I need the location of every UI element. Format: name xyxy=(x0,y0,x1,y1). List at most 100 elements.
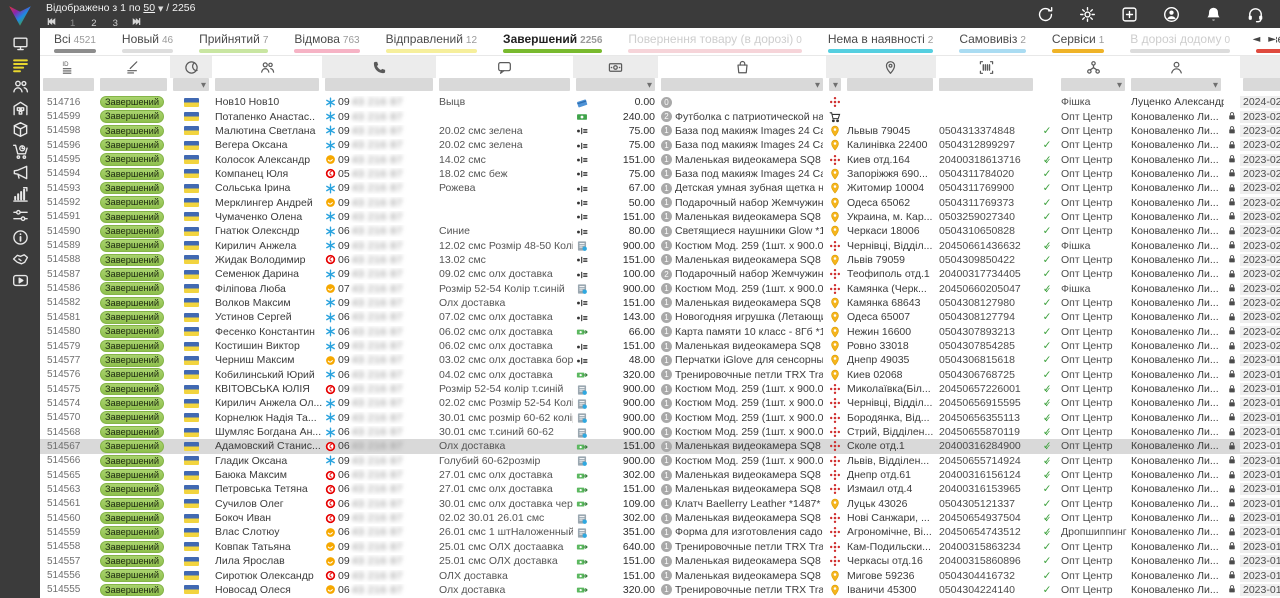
filter-input-location[interactable] xyxy=(847,78,933,91)
column-header-payment[interactable] xyxy=(573,56,658,78)
filter-input-client[interactable] xyxy=(215,78,319,91)
sidebar-item-dashboard[interactable] xyxy=(6,35,34,51)
order-row-514577[interactable]: 514577ЗавершенийЧерниш Максим0943 216 87… xyxy=(40,353,1280,367)
sidebar-item-marketing[interactable] xyxy=(6,164,34,180)
tabs-scroll-left-icon[interactable]: ◄ xyxy=(1253,34,1261,45)
sidebar-item-products[interactable] xyxy=(6,121,34,137)
sidebar-item-info[interactable] xyxy=(6,229,34,245)
tab-Самовивіз[interactable]: Самовивіз2 xyxy=(959,28,1026,55)
filter-input-comment[interactable] xyxy=(439,78,570,91)
order-row-514556[interactable]: 514556ЗавершенийСиротюк Олександр0943 21… xyxy=(40,568,1280,582)
order-row-514574[interactable]: 514574ЗавершенийКирилич Анжела Ол...0943… xyxy=(40,396,1280,410)
column-header-products[interactable] xyxy=(658,56,826,78)
tab-Відмова[interactable]: Відмова763 xyxy=(294,28,359,55)
chevron-down-icon[interactable]: ▼ xyxy=(158,5,163,13)
support-button[interactable] xyxy=(1247,6,1264,23)
filter-input-products[interactable]: ▼ xyxy=(661,78,823,91)
tab-Нема-в-наявності[interactable]: Нема в наявності2 xyxy=(828,28,934,55)
filter-dropdown-icon[interactable]: ▼ xyxy=(1213,81,1218,89)
order-row-514582[interactable]: 514582ЗавершенийВолков Максим0943 216 87… xyxy=(40,296,1280,310)
tab-Прийнятий[interactable]: Прийнятий7 xyxy=(199,28,268,55)
tab-Відправлений[interactable]: Відправлений12 xyxy=(386,28,477,55)
filter-dropdown-icon[interactable]: ▼ xyxy=(647,81,652,89)
order-row-514589[interactable]: 514589ЗавершенийКирилич Анжела0943 216 8… xyxy=(40,238,1280,252)
column-header-ttn[interactable] xyxy=(936,56,1036,78)
order-row-514560[interactable]: 514560ЗавершенийБокоч Иван0943 216 8702.… xyxy=(40,511,1280,525)
tab-В-дорозі-додому[interactable]: В дорозі додому0 xyxy=(1130,28,1230,55)
profile-button[interactable] xyxy=(1163,6,1180,23)
filter-input-id[interactable] xyxy=(43,78,94,91)
order-row-514555[interactable]: 514555ЗавершенийНовосад Олеся0643 216 87… xyxy=(40,583,1280,597)
order-row-514580[interactable]: 514580ЗавершенийФесенко Константин0643 2… xyxy=(40,325,1280,339)
filter-dropdown-icon[interactable]: ▼ xyxy=(201,81,206,89)
tab-Завершений[interactable]: Завершений2256 xyxy=(503,28,602,55)
column-header-location[interactable] xyxy=(844,56,936,78)
order-row-514558[interactable]: 514558ЗавершенийКовпак Татьяна0943 216 8… xyxy=(40,540,1280,554)
column-header-source[interactable] xyxy=(1058,56,1128,78)
order-row-514586[interactable]: 514586ЗавершенийФіліпова Люба0743 216 87… xyxy=(40,281,1280,295)
order-row-514599[interactable]: 514599ЗавершенийПотапенко Анастас..0943 … xyxy=(40,109,1280,123)
order-row-514567[interactable]: 514567ЗавершенийАдамовский Станис...0643… xyxy=(40,439,1280,453)
order-row-514593[interactable]: 514593ЗавершенийСольська Ірина0943 216 8… xyxy=(40,181,1280,195)
filter-input-status[interactable] xyxy=(100,78,167,91)
tabs-scroll-right-icon[interactable]: ► xyxy=(1268,34,1276,45)
order-row-514590[interactable]: 514590ЗавершенийГнатюк Олексндр0643 216 … xyxy=(40,224,1280,238)
order-row-514576[interactable]: 514576ЗавершенийКобилинський Юрий0643 21… xyxy=(40,368,1280,382)
sidebar-item-video[interactable] xyxy=(6,272,34,288)
order-row-514559[interactable]: 514559ЗавершенийВлас Слотюу0643 216 8726… xyxy=(40,525,1280,539)
order-row-514581[interactable]: 514581ЗавершенийУстинов Сергей0643 216 8… xyxy=(40,310,1280,324)
filter-dropdown-icon[interactable]: ▼ xyxy=(815,81,820,89)
order-row-514598[interactable]: 514598ЗавершенийМалютина Светлана0943 21… xyxy=(40,124,1280,138)
filter-dropdown-icon[interactable]: ▼ xyxy=(1117,81,1122,89)
sidebar-item-integrations[interactable] xyxy=(6,207,34,223)
order-row-514570[interactable]: 514570ЗавершенийКорнелюк Надія Та...0943… xyxy=(40,411,1280,425)
order-row-514716[interactable]: 514716ЗавершенийНов10 Нов100943 216 87Вы… xyxy=(40,95,1280,109)
column-header-country[interactable] xyxy=(170,56,212,78)
column-header-comment[interactable] xyxy=(436,56,573,78)
order-row-514579[interactable]: 514579ЗавершенийКостишин Виктор0943 216 … xyxy=(40,339,1280,353)
sidebar-item-warehouse[interactable] xyxy=(6,100,34,116)
column-header-date[interactable] xyxy=(1240,56,1280,78)
add-order-button[interactable] xyxy=(1121,6,1138,23)
column-header-client[interactable] xyxy=(212,56,322,78)
tab-Повернення-товару-в-дорозі-[interactable]: Повернення товару (в дорозі)0 xyxy=(628,28,801,55)
settings-button[interactable] xyxy=(1079,6,1096,23)
column-header-carrier[interactable] xyxy=(826,56,844,78)
per-page-select[interactable]: 50 xyxy=(143,2,155,14)
column-header-manager[interactable] xyxy=(1128,56,1224,78)
order-row-514568[interactable]: 514568ЗавершенийШумляс Богдана Ан...0643… xyxy=(40,425,1280,439)
filter-dropdown-icon[interactable]: ▼ xyxy=(833,81,838,89)
filter-input-source[interactable]: ▼ xyxy=(1061,78,1125,91)
filter-input-manager[interactable]: ▼ xyxy=(1131,78,1221,91)
refresh-button[interactable] xyxy=(1037,6,1054,23)
sidebar-item-clients[interactable] xyxy=(6,78,34,94)
tab-Сервіси[interactable]: Сервіси1 xyxy=(1052,28,1104,55)
order-row-514592[interactable]: 514592ЗавершенийМерклингер Андрей0943 21… xyxy=(40,195,1280,209)
order-row-514594[interactable]: 514594ЗавершенийКомпанец Юля0543 216 871… xyxy=(40,167,1280,181)
filter-input-ttn[interactable] xyxy=(939,78,1033,91)
filter-input-country[interactable]: ▼ xyxy=(173,78,209,91)
order-row-514575[interactable]: 514575ЗавершенийКВІТОВСЬКА ЮЛІЯ0943 216 … xyxy=(40,382,1280,396)
tab-Новый[interactable]: Новый46 xyxy=(122,28,173,55)
filter-input-phone[interactable] xyxy=(325,78,433,91)
column-header-phone[interactable] xyxy=(322,56,436,78)
column-header-lock[interactable] xyxy=(1224,56,1240,78)
filter-input-payment[interactable]: ▼ xyxy=(576,78,655,91)
order-row-514591[interactable]: 514591ЗавершенийЧумаченко Олена0943 216 … xyxy=(40,210,1280,224)
app-logo-icon[interactable] xyxy=(7,3,33,27)
sidebar-item-partners[interactable] xyxy=(6,250,34,266)
order-row-514561[interactable]: 514561ЗавершенийСучилов Олег0643 216 873… xyxy=(40,497,1280,511)
sidebar-item-statistics[interactable] xyxy=(6,186,34,202)
order-row-514565[interactable]: 514565ЗавершенийБаюка Максим0643 216 872… xyxy=(40,468,1280,482)
column-header-ttn-status[interactable] xyxy=(1036,56,1058,78)
order-row-514557[interactable]: 514557ЗавершенийЛила Ярослав0943 216 872… xyxy=(40,554,1280,568)
order-row-514595[interactable]: 514595ЗавершенийКолосок Александр0943 21… xyxy=(40,152,1280,166)
order-row-514563[interactable]: 514563ЗавершенийПетровська Тетяна0643 21… xyxy=(40,482,1280,496)
column-header-status[interactable] xyxy=(97,56,170,78)
order-row-514588[interactable]: 514588ЗавершенийЖидак Володимир0643 216 … xyxy=(40,253,1280,267)
order-row-514596[interactable]: 514596ЗавершенийВегера Оксана0943 216 87… xyxy=(40,138,1280,152)
order-row-514566[interactable]: 514566ЗавершенийГладик Оксана0943 216 87… xyxy=(40,454,1280,468)
notifications-button[interactable] xyxy=(1205,6,1222,23)
order-row-514587[interactable]: 514587ЗавершенийСеменюк Дарина0943 216 8… xyxy=(40,267,1280,281)
filter-input-date[interactable] xyxy=(1243,78,1280,91)
